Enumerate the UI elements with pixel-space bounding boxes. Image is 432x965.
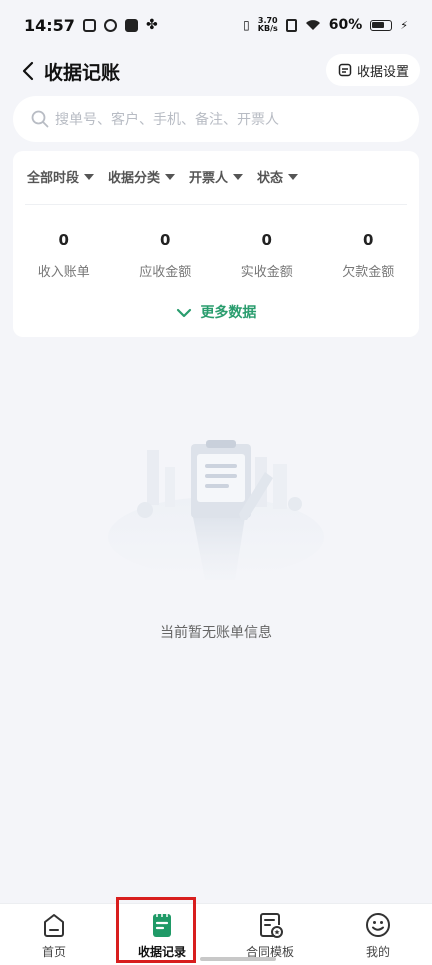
filter-row: 全部时段 收据分类 开票人 状态 — [27, 167, 299, 186]
status-time: 14:57 — [24, 15, 75, 35]
caret-down-icon — [288, 173, 299, 180]
stats-card: 全部时段 收据分类 开票人 状态 0 收入账单 0 应收金额 0 实收金额 0 … — [13, 151, 419, 337]
nav-mine[interactable]: 我的 — [324, 904, 432, 965]
empty-state-illustration — [108, 440, 324, 580]
charging-icon: ⚡ — [400, 18, 408, 32]
filter-period[interactable]: 全部时段 — [27, 167, 95, 186]
metric-income-bills: 0 收入账单 — [37, 231, 90, 280]
fan-icon: ✤ — [145, 17, 158, 33]
back-arrow-icon[interactable] — [18, 60, 40, 82]
wifi-icon — [305, 20, 320, 30]
metric-arrears: 0 欠款金额 — [342, 231, 395, 280]
search-placeholder: 搜单号、客户、手机、备注、开票人 — [55, 112, 279, 128]
metrics-row: 0 收入账单 0 应收金额 0 实收金额 0 欠款金额 — [13, 231, 419, 280]
settings-icon — [338, 63, 352, 77]
status-bar: 14:57 ✤ ▯ 3.70 KB/s 60% ⚡ — [0, 0, 432, 50]
header: 收据记账 收据设置 — [0, 50, 432, 92]
battery-icon — [370, 19, 393, 31]
contract-template-icon — [260, 913, 283, 938]
chevron-down-icon — [176, 308, 191, 318]
empty-state-message: 当前暂无账单信息 — [160, 625, 272, 641]
highlight-box — [116, 897, 196, 963]
home-indicator — [200, 957, 276, 961]
battery-percent: 60% — [328, 17, 363, 33]
search-input[interactable]: 搜单号、客户、手机、备注、开票人 — [13, 96, 419, 142]
filter-status[interactable]: 状态 — [257, 167, 299, 186]
bottom-nav: 首页 收据记录 合同模板 我的 — [0, 903, 432, 965]
vibrate-icon: ▯ — [243, 18, 250, 32]
divider — [25, 204, 407, 205]
network-speed: 3.70 KB/s — [257, 16, 278, 33]
tiktok-icon — [124, 18, 138, 32]
sim-off-icon — [285, 18, 297, 32]
page-title: 收据记账 — [44, 62, 121, 84]
caret-down-icon — [165, 173, 176, 180]
caret-down-icon — [233, 173, 244, 180]
filter-issuer[interactable]: 开票人 — [189, 167, 244, 186]
nav-contract-templates[interactable]: 合同模板 — [216, 904, 324, 965]
search-icon — [31, 110, 49, 128]
more-data-button[interactable]: 更多数据 — [13, 302, 419, 322]
notification-icon — [82, 18, 96, 32]
home-icon — [44, 914, 64, 937]
metric-received: 0 实收金额 — [240, 231, 293, 280]
smiley-icon — [366, 913, 390, 937]
filter-category[interactable]: 收据分类 — [108, 167, 176, 186]
caret-down-icon — [84, 173, 95, 180]
settings-label: 收据设置 — [356, 64, 409, 80]
nav-home[interactable]: 首页 — [0, 904, 108, 965]
metric-receivable: 0 应收金额 — [139, 231, 192, 280]
receipt-settings-button[interactable]: 收据设置 — [325, 54, 420, 86]
app-notification-icon — [103, 18, 117, 32]
